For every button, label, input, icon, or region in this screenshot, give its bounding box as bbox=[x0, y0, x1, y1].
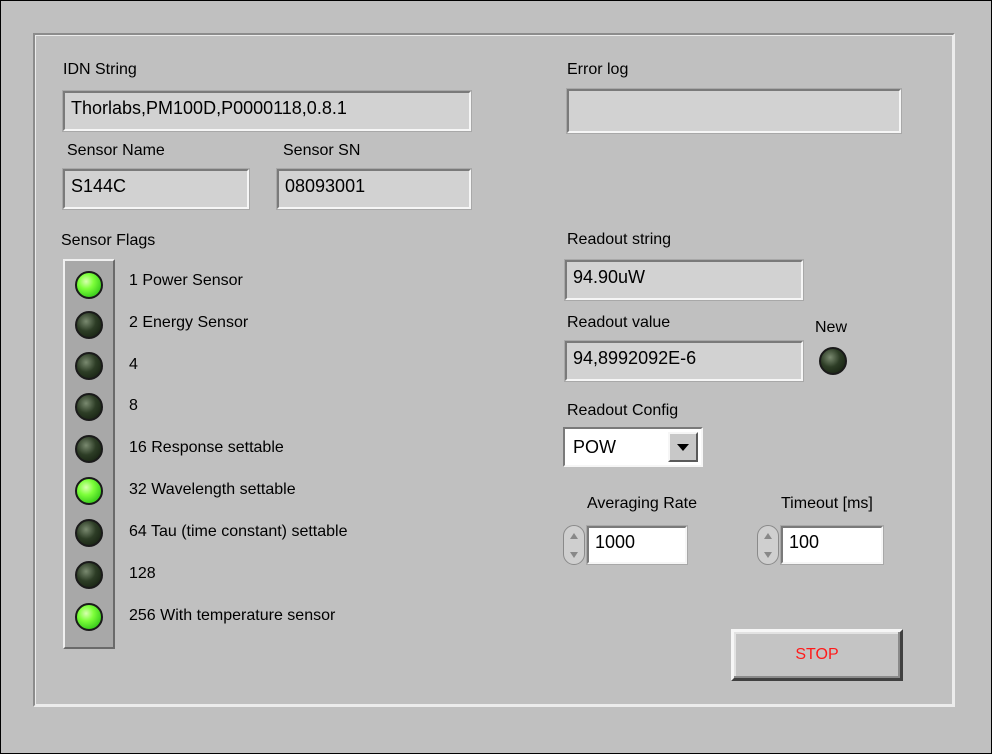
new-indicator-led-icon bbox=[819, 347, 847, 375]
flag-128-led-icon bbox=[75, 561, 103, 589]
readout-string-label: Readout string bbox=[567, 231, 672, 248]
flag-label-8: 8 bbox=[129, 397, 138, 414]
sensor-flags-label: Sensor Flags bbox=[61, 232, 156, 249]
decrement-arrow-icon[interactable] bbox=[758, 545, 778, 564]
flag-label-4: 4 bbox=[129, 356, 138, 373]
new-label: New bbox=[815, 319, 848, 336]
readout-value-label: Readout value bbox=[567, 314, 671, 331]
error-log-field[interactable] bbox=[566, 88, 902, 134]
timeout-input[interactable]: 100 bbox=[780, 525, 884, 565]
flag-label-tau-settable: 64 Tau (time constant) settable bbox=[129, 523, 348, 540]
flag-label-response-settable: 16 Response settable bbox=[129, 439, 284, 456]
flag-4-led-icon bbox=[75, 352, 103, 380]
readout-config-dropdown[interactable]: POW bbox=[563, 427, 703, 467]
averaging-rate-stepper[interactable] bbox=[563, 525, 585, 565]
temperature-sensor-led-icon bbox=[75, 603, 103, 631]
idn-string-label: IDN String bbox=[63, 61, 137, 78]
flag-label-power-sensor: 1 Power Sensor bbox=[129, 272, 243, 289]
stop-button[interactable]: STOP bbox=[731, 629, 903, 681]
dropdown-arrow-button[interactable] bbox=[668, 432, 698, 462]
sensor-name-field[interactable]: S144C bbox=[62, 168, 250, 210]
sensor-sn-label: Sensor SN bbox=[283, 142, 361, 159]
idn-string-field[interactable]: Thorlabs,PM100D,P0000118,0.8.1 bbox=[62, 90, 472, 132]
increment-arrow-icon[interactable] bbox=[758, 526, 778, 545]
wavelength-settable-led-icon bbox=[75, 477, 103, 505]
flag-label-energy-sensor: 2 Energy Sensor bbox=[129, 314, 249, 331]
flag-label-128: 128 bbox=[129, 565, 156, 582]
decrement-arrow-icon[interactable] bbox=[564, 545, 584, 564]
error-log-label: Error log bbox=[567, 61, 629, 78]
main-window: IDN String Thorlabs,PM100D,P0000118,0.8.… bbox=[0, 0, 992, 754]
tau-settable-led-icon bbox=[75, 519, 103, 547]
flag-8-led-icon bbox=[75, 393, 103, 421]
panel-frame bbox=[33, 33, 955, 707]
flag-label-temperature-sensor: 256 With temperature sensor bbox=[129, 607, 336, 624]
energy-sensor-led-icon bbox=[75, 311, 103, 339]
flag-label-wavelength-settable: 32 Wavelength settable bbox=[129, 481, 296, 498]
timeout-label: Timeout [ms] bbox=[781, 495, 873, 512]
power-sensor-led-icon bbox=[75, 271, 103, 299]
readout-config-value: POW bbox=[573, 437, 616, 457]
sensor-sn-field[interactable]: 08093001 bbox=[276, 168, 472, 210]
sensor-name-label: Sensor Name bbox=[67, 142, 165, 159]
averaging-rate-input[interactable]: 1000 bbox=[586, 525, 688, 565]
increment-arrow-icon[interactable] bbox=[564, 526, 584, 545]
readout-value-field[interactable]: 94,8992092E-6 bbox=[564, 340, 804, 382]
averaging-rate-label: Averaging Rate bbox=[587, 495, 697, 512]
chevron-down-icon bbox=[677, 443, 689, 451]
timeout-stepper[interactable] bbox=[757, 525, 779, 565]
readout-config-label: Readout Config bbox=[567, 402, 679, 419]
response-settable-led-icon bbox=[75, 435, 103, 463]
readout-string-field[interactable]: 94.90uW bbox=[564, 259, 804, 301]
